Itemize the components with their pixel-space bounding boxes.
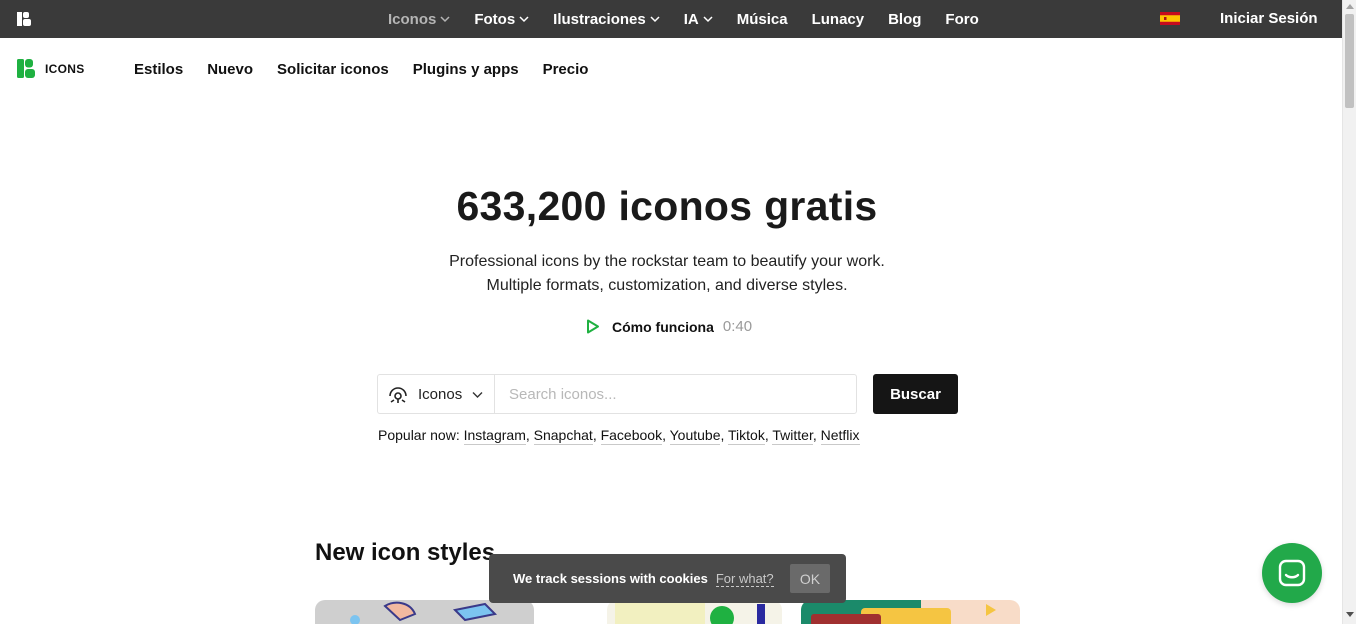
icons8-green-logo-icon (17, 59, 35, 78)
subnav-plugins-apps[interactable]: Plugins y apps (413, 61, 519, 78)
popular-link-netflix[interactable]: Netflix (820, 427, 860, 445)
scroll-up-arrow-icon[interactable] (1346, 4, 1354, 9)
topnav-musica[interactable]: Música (737, 11, 788, 28)
icons-brand-link[interactable]: ICONS (17, 59, 85, 78)
hero-subtitle-line: Professional icons by the rockstar team … (449, 253, 885, 270)
topnav-label: Blog (888, 10, 922, 28)
section-title-new-styles: New icon styles (315, 539, 496, 566)
style-card[interactable] (801, 600, 1020, 624)
topnav-lunacy[interactable]: Lunacy (812, 11, 865, 28)
secondary-nav: ICONS Estilos Nuevo Solicitar iconos Plu… (0, 38, 1342, 100)
how-it-works-label: Cómo funciona (612, 318, 714, 335)
topnav-ilustraciones[interactable]: Ilustraciones (553, 11, 660, 28)
subnav-precio[interactable]: Precio (543, 61, 589, 78)
play-icon (587, 319, 599, 334)
subnav-estilos[interactable]: Estilos (134, 61, 183, 78)
style-card[interactable] (607, 600, 782, 624)
chevron-down-icon (650, 16, 660, 23)
style-cards-row (0, 600, 1342, 624)
cookie-ok-button[interactable]: OK (790, 564, 830, 593)
popular-link-facebook[interactable]: Facebook (600, 427, 663, 445)
topnav-label: Iconos (388, 10, 437, 28)
brand-label: ICONS (45, 61, 85, 76)
style-card-illustration (350, 601, 498, 624)
topnav-label: Música (736, 10, 788, 28)
topnav-iconos[interactable]: Iconos (388, 11, 450, 28)
topnav-label: Foro (945, 10, 979, 28)
video-duration: 0:40 (722, 318, 753, 335)
hero-subtitle: Professional icons by the rockstar team … (0, 250, 1334, 298)
search-type-value: Iconos (418, 385, 463, 403)
icons-category-icon (389, 387, 407, 403)
page-scrollbar[interactable] (1342, 0, 1356, 624)
top-bar: Iconos Fotos Ilustraciones IA Música Lun… (0, 0, 1342, 38)
subnav-links: Estilos Nuevo Solicitar iconos Plugins y… (134, 38, 612, 100)
spain-flag-icon[interactable] (1160, 12, 1180, 25)
cookie-info-link[interactable]: For what? (715, 571, 774, 587)
popular-link-snapchat[interactable]: Snapchat (533, 427, 593, 445)
popular-searches: Popular now: Instagram, Snapchat, Facebo… (378, 427, 860, 445)
page-title: 633,200 iconos gratis (456, 183, 878, 229)
cookie-message: We track sessions with cookies (513, 571, 708, 586)
scrollbar-thumb[interactable] (1345, 14, 1354, 108)
subnav-nuevo[interactable]: Nuevo (207, 61, 253, 78)
hero-subtitle-line: Multiple formats, customization, and div… (486, 277, 848, 294)
chevron-down-icon (472, 391, 483, 398)
how-it-works-video-link[interactable]: Cómo funciona 0:40 (585, 318, 752, 335)
search-type-select[interactable]: Iconos (377, 374, 494, 414)
popular-link-instagram[interactable]: Instagram (463, 427, 526, 445)
topnav-fotos[interactable]: Fotos (474, 11, 529, 28)
popular-link-twitter[interactable]: Twitter (772, 427, 813, 445)
topnav-foro[interactable]: Foro (945, 11, 978, 28)
style-card-illustration (801, 600, 996, 624)
topnav-label: Ilustraciones (553, 10, 646, 28)
icons8-logo-icon[interactable] (16, 11, 32, 27)
chat-icon (1278, 559, 1306, 587)
style-card-illustration (615, 602, 765, 624)
popular-prefix: Popular now: (378, 427, 460, 443)
popular-link-youtube[interactable]: Youtube (669, 427, 721, 445)
scroll-down-arrow-icon[interactable] (1346, 612, 1354, 617)
topnav-label: IA (683, 10, 699, 28)
topnav-blog[interactable]: Blog (888, 11, 921, 28)
popular-link-tiktok[interactable]: Tiktok (728, 427, 765, 445)
signin-link[interactable]: Iniciar Sesión (1220, 0, 1318, 38)
topnav-label: Lunacy (811, 10, 865, 28)
search-button[interactable]: Buscar (873, 374, 958, 414)
chevron-down-icon (519, 16, 529, 23)
style-card[interactable] (315, 600, 534, 624)
subnav-solicitar-iconos[interactable]: Solicitar iconos (277, 61, 389, 78)
search-input[interactable] (494, 374, 857, 414)
chevron-down-icon (703, 16, 713, 23)
top-nav: Iconos Fotos Ilustraciones IA Música Lun… (388, 0, 1003, 38)
topnav-ia[interactable]: IA (684, 11, 713, 28)
chevron-down-icon (440, 16, 450, 23)
topnav-label: Fotos (474, 10, 516, 28)
cookie-banner: We track sessions with cookies For what?… (489, 554, 846, 603)
chat-launcher-button[interactable] (1262, 543, 1322, 603)
